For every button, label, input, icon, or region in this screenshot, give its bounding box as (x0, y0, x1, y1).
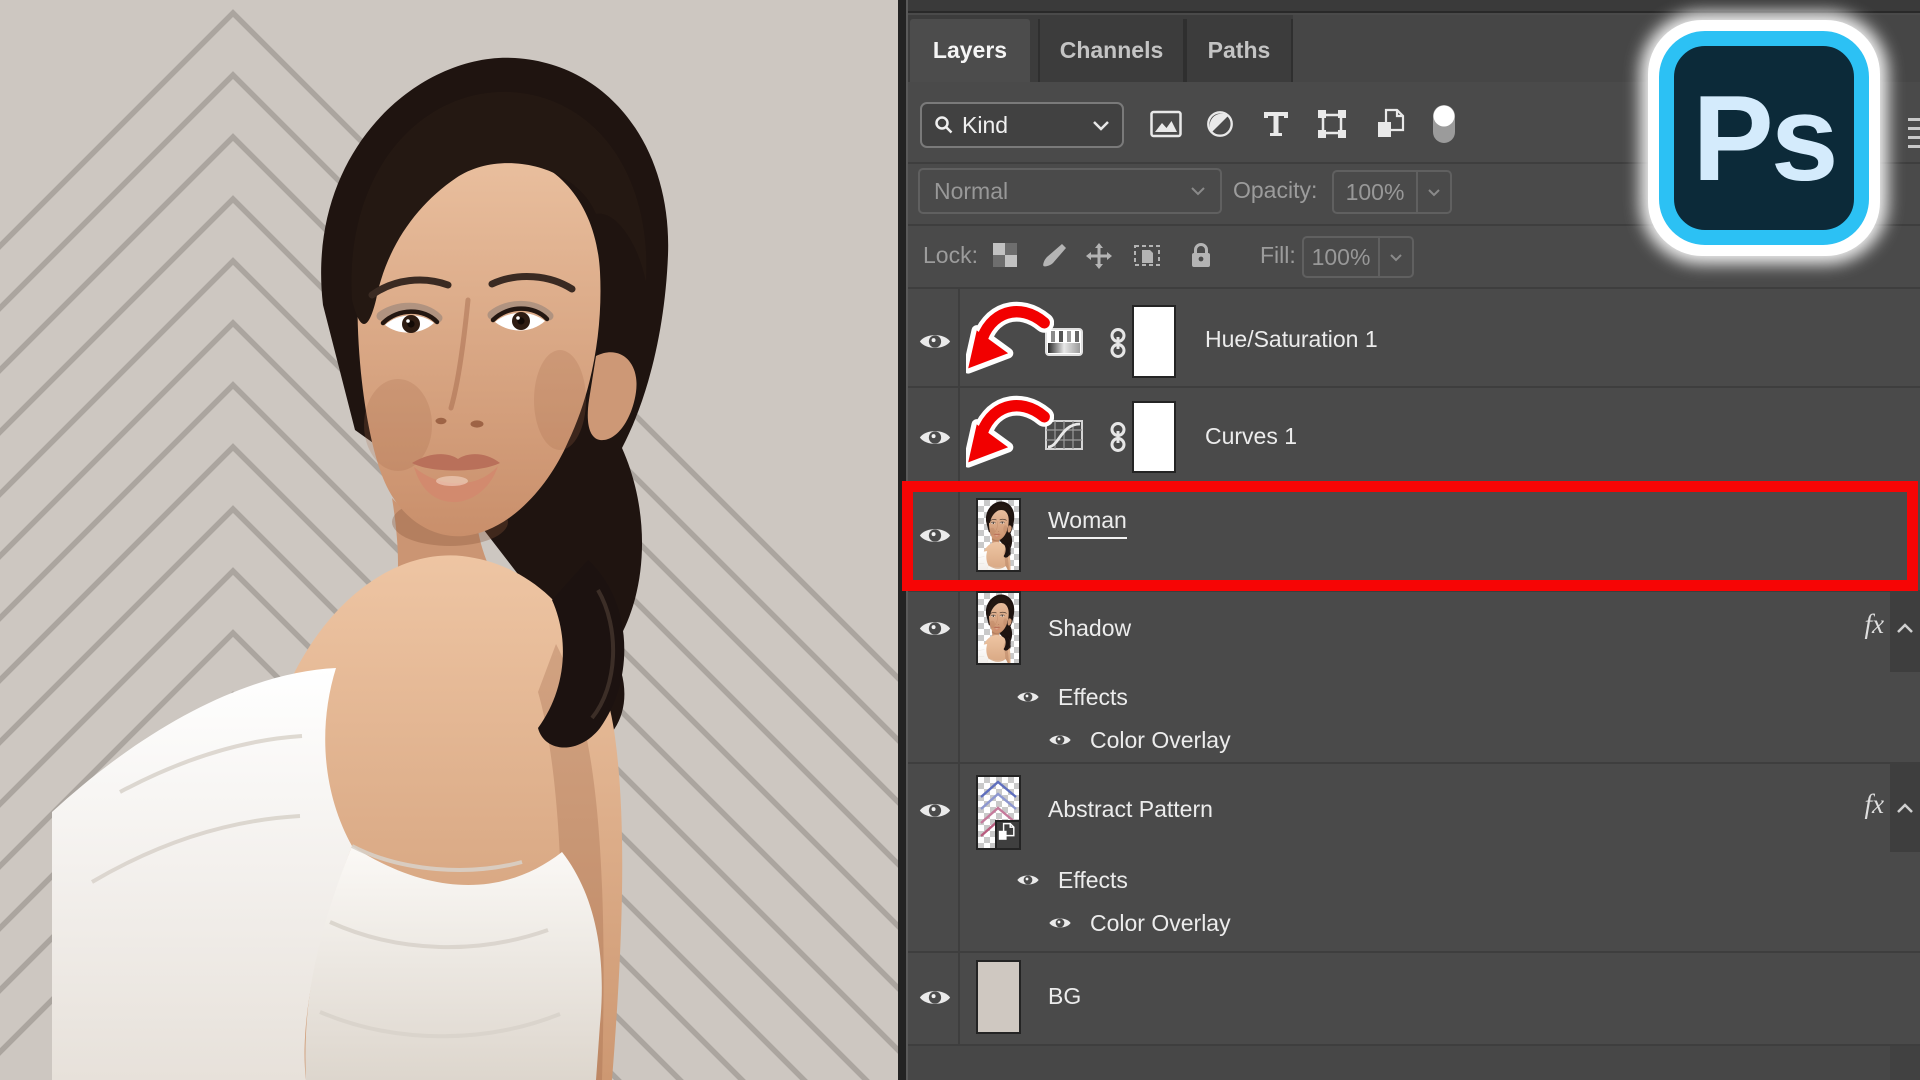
fx-badge[interactable]: fx (1865, 609, 1885, 640)
opacity-input[interactable]: 100% (1332, 170, 1452, 214)
photoshop-logo-inner: Ps (1659, 31, 1869, 245)
layer-name[interactable]: Hue/Saturation 1 (1205, 326, 1378, 353)
tab-paths[interactable]: Paths (1185, 19, 1293, 82)
fx-collapse-chevron-icon[interactable] (1896, 801, 1914, 819)
layer-name[interactable]: Shadow (1048, 615, 1131, 642)
opacity-label: Opacity: (1233, 177, 1318, 203)
blend-mode-value: Normal (934, 177, 1009, 204)
fill-label: Fill: (1260, 242, 1296, 268)
shape-layer-filter-icon[interactable] (1315, 106, 1349, 142)
layer-row-shadow[interactable]: Shadow fx Effects Color Overlay (908, 591, 1920, 763)
layer-row-abstract-pattern[interactable]: Abstract Pattern fx Effects Color Overla… (908, 763, 1920, 952)
visibility-eye-icon[interactable] (918, 986, 952, 1009)
chevron-down-icon (1191, 187, 1205, 196)
effects-eye-icon[interactable] (1016, 872, 1040, 888)
layer-thumbnail-bg[interactable] (976, 960, 1021, 1034)
layer-name[interactable]: BG (1048, 983, 1081, 1010)
screenshot-root: Layers Channels Paths Kind Normal Opacit… (0, 0, 1920, 1080)
photoshop-logo-text: Ps (1692, 70, 1838, 206)
panel-scroll-edge (1890, 1046, 1920, 1080)
filter-toggle-icon[interactable] (1427, 105, 1461, 143)
lock-transparency-icon[interactable] (992, 242, 1020, 270)
visibility-eye-icon[interactable] (918, 617, 952, 640)
panel-top-strip (908, 0, 1920, 13)
tab-layers-label: Layers (932, 37, 1008, 63)
tab-layers[interactable]: Layers (910, 19, 1030, 82)
woman-portrait-image (0, 0, 898, 1080)
layer-name[interactable]: Curves 1 (1205, 423, 1297, 450)
type-layer-filter-icon[interactable] (1259, 106, 1293, 142)
pixel-layer-filter-icon[interactable] (1149, 106, 1183, 142)
layer-thumbnail-shadow[interactable] (976, 591, 1021, 665)
lock-label: Lock: (923, 242, 978, 268)
layer-mask-thumbnail[interactable] (1132, 305, 1176, 378)
mask-link-icon[interactable] (1110, 421, 1126, 453)
tab-channels[interactable]: Channels (1038, 19, 1185, 82)
fx-collapse-chevron-icon[interactable] (1896, 621, 1914, 639)
lock-artboard-icon[interactable] (1133, 242, 1161, 270)
opacity-value: 100% (1345, 178, 1405, 205)
smart-object-badge-icon (995, 820, 1019, 848)
effect-eye-icon[interactable] (1048, 732, 1072, 748)
visibility-eye-icon[interactable] (918, 799, 952, 822)
lock-pixels-brush-icon[interactable] (1040, 242, 1068, 270)
red-highlight-rectangle (902, 481, 1918, 591)
chevron-down-icon (1093, 120, 1109, 131)
fill-value: 100% (1311, 243, 1371, 270)
layer-name[interactable]: Abstract Pattern (1048, 796, 1213, 823)
panel-menu-icon[interactable] (1908, 118, 1920, 154)
filter-kind-dropdown[interactable]: Kind (920, 102, 1124, 148)
canvas-photo (0, 0, 898, 1080)
tab-paths-label: Paths (1207, 37, 1271, 63)
blend-mode-select[interactable]: Normal (918, 168, 1222, 214)
fill-input[interactable]: 100% (1302, 236, 1414, 278)
fx-badge[interactable]: fx (1865, 789, 1885, 820)
chevron-down-icon (1428, 188, 1440, 196)
lock-position-icon[interactable] (1085, 242, 1113, 270)
red-annotation-arrow (962, 394, 1055, 470)
effect-color-overlay-label[interactable]: Color Overlay (1090, 910, 1231, 937)
panel-bottom-area (908, 1046, 1920, 1080)
layer-row-hue-saturation[interactable]: Hue/Saturation 1 (908, 288, 1920, 387)
filter-kind-label: Kind (962, 111, 1009, 138)
visibility-eye-icon[interactable] (918, 330, 952, 353)
effects-label[interactable]: Effects (1058, 684, 1128, 711)
smart-object-filter-icon[interactable] (1373, 106, 1407, 142)
adjustment-layer-filter-icon[interactable] (1203, 106, 1237, 142)
chevron-down-icon (1390, 253, 1402, 261)
photoshop-logo: Ps (1648, 20, 1880, 256)
layer-mask-thumbnail[interactable] (1132, 401, 1176, 473)
effect-eye-icon[interactable] (1048, 915, 1072, 931)
mask-link-icon[interactable] (1110, 327, 1126, 359)
layer-thumbnail-abstract-pattern[interactable] (976, 775, 1021, 850)
effects-eye-icon[interactable] (1016, 689, 1040, 705)
red-annotation-arrow (962, 300, 1055, 376)
effect-color-overlay-label[interactable]: Color Overlay (1090, 727, 1231, 754)
search-icon (935, 116, 953, 134)
effects-label[interactable]: Effects (1058, 867, 1128, 894)
layer-row-curves[interactable]: Curves 1 (908, 387, 1920, 480)
visibility-eye-icon[interactable] (918, 426, 952, 449)
lock-all-padlock-icon[interactable] (1188, 242, 1216, 270)
layer-row-bg[interactable]: BG (908, 952, 1920, 1044)
tab-channels-label: Channels (1059, 37, 1164, 63)
